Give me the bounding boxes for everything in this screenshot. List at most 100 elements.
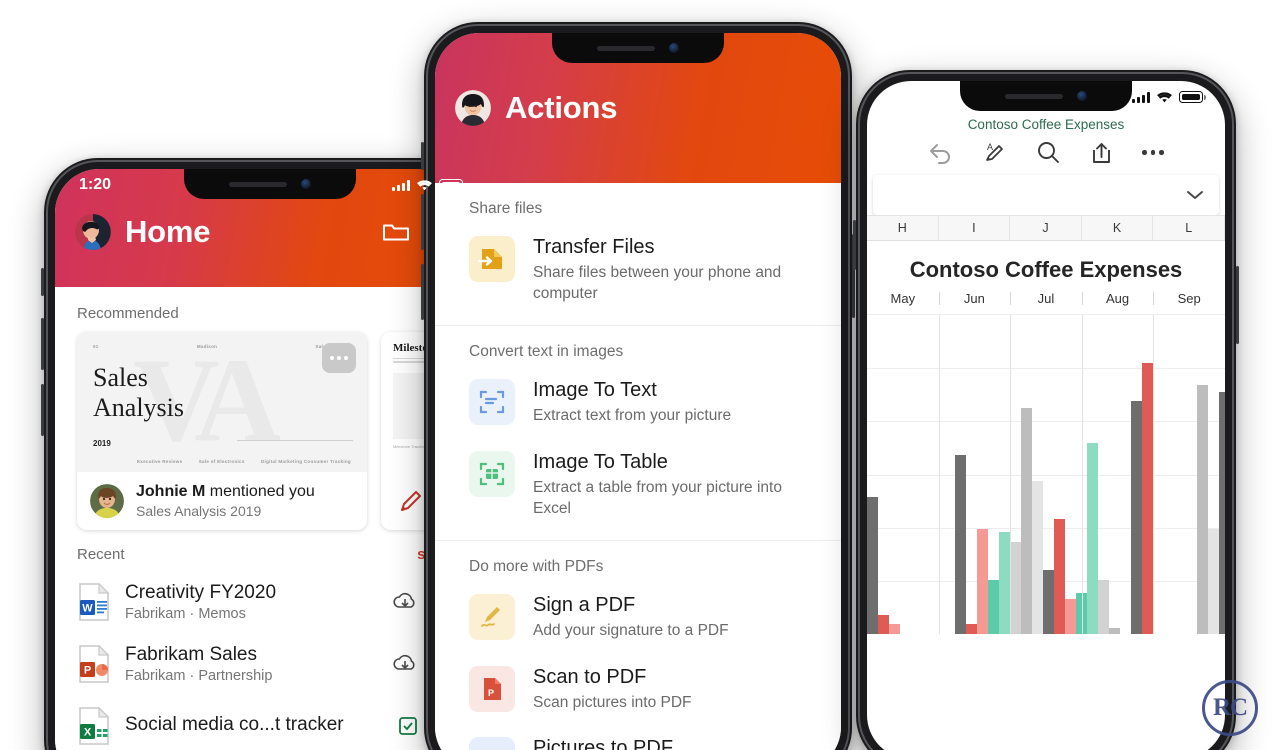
action-description: Add your signature to a PDF [533,621,729,639]
svg-text:A: A [987,142,993,152]
chart-category-separator [1153,315,1155,634]
chart-bar [1054,519,1065,634]
chart-category-separator [1081,315,1083,634]
cellular-bars-icon [1132,91,1150,103]
user-avatar[interactable] [75,214,111,250]
chart-bar-group [867,315,955,634]
earpiece-speaker [1005,93,1063,99]
phone-device-excel: Contoso Coffee Expenses A H I J K L Cont… [853,70,1239,750]
cellular-bars-icon [392,179,410,191]
mute-switch[interactable] [421,142,424,170]
action-item-scan-to-pdf[interactable]: P Scan to PDF Scan pictures into PDF [435,654,841,726]
chevron-down-icon[interactable] [1185,189,1205,201]
category-label: May [890,291,916,306]
category-label: Jun [938,291,1011,306]
file-location: Fabrikam · Partnership [125,668,273,684]
column-header-l[interactable]: L [1153,216,1225,240]
action-title: Scan to PDF [533,665,647,688]
volume-up-button[interactable] [853,220,856,270]
chart-bar [988,579,999,634]
power-button[interactable] [1236,266,1239,344]
cloud-download-icon[interactable] [392,592,418,612]
user-avatar[interactable] [455,90,491,126]
search-icon[interactable] [436,219,463,246]
undo-icon[interactable] [928,142,954,164]
action-title: Pictures to PDF [533,737,674,750]
column-header-i[interactable]: I [939,216,1011,240]
phone-screen-home: 1:20 Home Recommended 01 Madison VA Sale… [55,169,485,750]
chart-bar [1065,598,1076,634]
list-item[interactable]: X Social media co...t tracker [55,695,485,750]
actions-app-header: Actions [435,75,841,141]
volume-down-button[interactable] [41,384,44,436]
chart-bar [1021,407,1032,634]
group-label-share-files: Share files [469,200,543,217]
column-headers: H I J K L [867,215,1225,241]
watermark-logo: RC [1202,680,1258,736]
search-icon[interactable] [1036,140,1061,165]
chart-plot-area[interactable] [867,314,1225,634]
card-action: mentioned you [205,483,315,500]
chart-bar [1142,362,1153,634]
column-header-j[interactable]: J [1010,216,1082,240]
chart-bar [1043,570,1054,634]
recent-files-list: W Creativity FY2020 Fabrikam · Memos P F… [55,571,485,750]
volume-down-button[interactable] [421,264,424,320]
pencil-edit-icon [394,484,428,518]
action-item-image-to-table[interactable]: Image To Table Extract a table from your… [435,439,841,532]
file-name: Social media co...t tracker [125,714,344,735]
action-item-transfer-files[interactable]: Transfer Files Share files between your … [435,224,841,317]
device-notch [960,81,1132,111]
action-item-image-to-text[interactable]: Image To Text Extract text from your pic… [435,367,841,439]
chart-bar [1109,627,1120,634]
chart-category-axis: May Jun Jul Aug Sep [867,289,1225,314]
volume-up-button[interactable] [41,318,44,370]
avatar [90,484,124,518]
page-title: Home [125,214,211,249]
category-label: Sep [1153,291,1225,306]
column-header-k[interactable]: K [1082,216,1154,240]
recommended-card[interactable]: 01 Madison Sales Analysis VA Sales Analy… [77,332,367,530]
home-app-header: Home [55,199,485,265]
battery-icon [439,179,466,191]
column-header-h[interactable]: H [867,216,939,240]
more-options-icon[interactable] [322,343,356,373]
file-location: Fabrikam · Memos [125,606,246,622]
page-title: Actions [505,90,618,125]
more-options-icon[interactable] [1142,150,1164,155]
card-actor: Johnie M [136,483,206,500]
chart-bar [966,624,977,634]
excel-toolbar: A [867,132,1225,175]
spreadsheet-area[interactable]: Contoso Coffee Expenses May Jun Jul Aug … [867,241,1225,634]
doc-title-line2: Analysis [93,392,184,422]
recommended-carousel[interactable]: 01 Madison Sales Analysis VA Sales Analy… [55,332,485,530]
action-title: Image To Text [533,378,657,401]
list-item[interactable]: P Fabrikam Sales Fabrikam · Partnership [55,633,485,695]
chart-title: Contoso Coffee Expenses [909,257,1183,282]
action-item-sign-pdf[interactable]: Sign a PDF Add your signature to a PDF [435,582,841,654]
chart-bar [867,496,878,634]
action-item-pictures-to-pdf[interactable]: Pictures to PDF [435,725,841,750]
chart-bar [955,455,966,634]
doc-title-line1: Sales [93,363,148,392]
pictures-to-pdf-icon [469,737,515,750]
share-icon[interactable] [1089,141,1114,165]
chart-bar [1131,401,1142,634]
list-item[interactable]: W Creativity FY2020 Fabrikam · Memos [55,571,485,633]
recent-section-label: Recent [77,546,125,563]
formula-bar[interactable] [873,175,1219,215]
folder-icon[interactable] [382,220,410,244]
svg-text:X: X [84,727,92,739]
device-notch [552,33,724,63]
cloud-download-icon[interactable] [392,654,418,674]
offline-available-icon[interactable] [398,716,418,736]
chart-bar [1087,442,1098,634]
chart-category-separator [938,315,940,634]
phone-device-actions: Actions Share files Transfer Files Share… [421,22,855,750]
draw-pen-icon[interactable]: A [982,141,1008,165]
front-camera [1077,91,1087,101]
chart-bar [889,624,900,634]
actions-content: Share files Transfer Files Share files b… [435,183,841,750]
chart-bar [1219,391,1225,634]
mute-switch[interactable] [41,268,44,296]
